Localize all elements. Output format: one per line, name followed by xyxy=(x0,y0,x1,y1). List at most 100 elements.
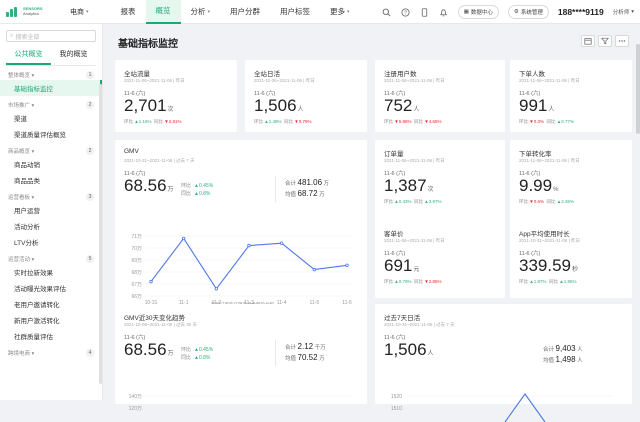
sidebar-item[interactable]: 基础指标监控 xyxy=(0,80,102,96)
card-traffic[interactable]: 全站流量 2021-11-06~2021-11-06 | 昨日 11-6 (六)… xyxy=(115,60,237,132)
card-dau-7d[interactable]: 过去7天日活 2021-10-31~2021-11-06 | 过去 7 天 11… xyxy=(375,304,632,422)
hb-label: 环比 xyxy=(181,183,192,189)
nav-item-5[interactable]: 更多 ▾ xyxy=(320,0,360,24)
card-title: GMV xyxy=(124,148,139,155)
sidebar-item[interactable]: 老用户邀请转化 xyxy=(0,296,102,312)
tab-my-overview[interactable]: 我的概览 xyxy=(51,46,96,65)
tb-label: 同比 xyxy=(414,119,423,124)
hb-value: ▲0.79% xyxy=(394,279,412,284)
chevron-down-icon: ▾ xyxy=(30,72,35,79)
nav-item-1[interactable]: 概览 xyxy=(145,0,181,24)
system-manage-button[interactable]: ⚙ 系统管理 xyxy=(507,5,549,19)
card-dau[interactable]: 全站日活 2021-11-06~2021-11-06 | 昨日 11-6 (六)… xyxy=(245,60,367,132)
tb-value: ▲0.8% xyxy=(194,355,211,361)
sidebar-group[interactable]: 商品概览 ▾ 2 xyxy=(0,145,102,156)
value-number: 339.59 xyxy=(519,256,571,275)
group-count-badge: 5 xyxy=(86,254,94,263)
sidebar-item[interactable]: 渠道 xyxy=(0,110,102,126)
sum-label: 合计 xyxy=(543,347,555,353)
sidebar-item[interactable]: 渠道质量评估概览 xyxy=(0,126,102,142)
help-icon[interactable]: ? xyxy=(401,7,411,17)
avg-unit: 万 xyxy=(319,356,325,362)
sidebar-item[interactable]: 商品动销 xyxy=(0,156,102,172)
user-account[interactable]: 188****9119 xyxy=(558,7,604,17)
sidebar-item[interactable]: 用户运营 xyxy=(0,202,102,218)
role-switcher[interactable]: 分析师 ▾ xyxy=(613,8,634,16)
card-gmv[interactable]: GMV 2021-10-31~2021-11-06 | 过去 7 天 11-6 … xyxy=(115,140,367,314)
sidebar-item[interactable]: 活动曝光效果评估 xyxy=(0,280,102,296)
filter-icon[interactable] xyxy=(598,35,612,47)
sidebar-item[interactable]: LTV分析 xyxy=(0,234,102,250)
page-title: 基础指标监控 xyxy=(118,39,178,50)
sidebar-item[interactable]: 活动分析 xyxy=(0,218,102,234)
tab-public-overview[interactable]: 公共概览 xyxy=(6,46,51,65)
tb-value: ▲3.97% xyxy=(424,199,442,204)
avg-label: 均值 xyxy=(543,358,555,364)
card-range: 2021-11-06~2021-11-06 | 昨日 xyxy=(384,238,445,243)
data-point xyxy=(181,236,186,241)
y-tick-label: 68万 xyxy=(131,270,142,276)
search-icon: ⌕ xyxy=(10,32,14,39)
nav-label: 用户标签 xyxy=(280,7,311,16)
dau-7d-chart[interactable]: 1520 1510 xyxy=(375,392,632,422)
nav-item-3[interactable]: 用户分群 xyxy=(220,0,270,24)
card-compare: 环比 ▲0.45% 同比 ▲0.8% xyxy=(181,182,213,198)
tb-value: ▼4.65% xyxy=(424,119,442,124)
y-tick-label: 120万 xyxy=(129,406,142,412)
sidebar-group[interactable]: 整体概览 ▾ 1 xyxy=(0,69,102,80)
tb-label: 同比 xyxy=(414,279,423,284)
gmv-line-chart[interactable]: 66万67万68万69万70万71万10-31 11-1 11-2 11-3 11-4 1… xyxy=(115,232,367,312)
card-range: 2021-11-06~2021-11-06 | 昨日 xyxy=(519,78,580,83)
sum-label: 合计 xyxy=(285,181,297,187)
card-registrations[interactable]: 注册用户数 2021-11-06~2021-11-06 | 昨日 11-6 (六… xyxy=(375,60,505,132)
gmv-30d-chart[interactable]: 140万 120万 xyxy=(115,392,367,422)
hb-label: 环比 xyxy=(519,279,528,284)
value-number: 991 xyxy=(519,96,548,115)
hb-label: 环比 xyxy=(384,199,393,204)
main-scrollbar[interactable] xyxy=(636,44,640,134)
chevron-down-icon: ▾ xyxy=(631,9,634,15)
mobile-icon[interactable] xyxy=(420,7,430,17)
card-title: 下单转化率 xyxy=(519,151,552,158)
sidebar-tabs: 公共概览 我的概览 xyxy=(6,46,96,66)
value-number: 68.56 xyxy=(124,340,167,359)
card-buyers[interactable]: 下单人数 2021-11-06~2021-11-06 | 昨日 11-6 (六)… xyxy=(510,60,632,132)
search-icon[interactable] xyxy=(382,7,392,17)
sidebar-group[interactable]: 运营活动 ▾ 5 xyxy=(0,253,102,264)
sidebar-item[interactable]: 新用户激活转化 xyxy=(0,312,102,328)
project-switcher[interactable]: 电商 ▾ xyxy=(70,7,89,17)
bell-icon[interactable] xyxy=(439,7,449,17)
card-value: 68.56万 xyxy=(124,340,174,360)
value-number: 752 xyxy=(384,96,413,115)
sum-unit: 人 xyxy=(577,347,583,353)
sidebar-item[interactable]: 商品品类 xyxy=(0,172,102,188)
more-icon[interactable] xyxy=(615,35,629,47)
sidebar-item[interactable]: 社群质量评估 xyxy=(0,328,102,344)
tb-label: 同比 xyxy=(546,119,556,124)
group-header: 运营看板 ▾ xyxy=(8,193,34,201)
data-point xyxy=(247,243,251,248)
calendar-icon[interactable] xyxy=(581,35,595,47)
nav-item-4[interactable]: 用户标签 xyxy=(270,0,320,24)
card-range: 2021-10-31~2021-11-06 | 昨日 xyxy=(519,238,581,243)
sidebar-group[interactable]: 市场推广 ▾ 2 xyxy=(0,99,102,110)
tb-value: ▼0.79% xyxy=(294,119,312,124)
nav-item-0[interactable]: 报表 xyxy=(111,0,146,24)
nav-item-2[interactable]: 分析 ▾ xyxy=(181,0,221,24)
hb-value: ▲0.45% xyxy=(194,183,214,189)
value-unit: 次 xyxy=(167,107,174,113)
card-title: 注册用户数 xyxy=(384,71,417,78)
card-app-duration[interactable]: App平均使用时长 2021-10-31~2021-11-06 | 昨日 11-… xyxy=(510,220,632,298)
card-gmv-30d[interactable]: GMV近30天变化趋势 2021-10-08~2021-11-06 | 过去 3… xyxy=(115,304,367,412)
chevron-down-icon: ▾ xyxy=(30,194,35,201)
sidebar-item[interactable]: 实时拉新效果 xyxy=(0,264,102,280)
sidebar-group[interactable]: 运营看板 ▾ 3 xyxy=(0,191,102,202)
data-center-button[interactable]: ▦ 数据中心 xyxy=(457,5,499,19)
card-aov[interactable]: 客单价 2021-11-06~2021-11-06 | 昨日 11-6 (六) … xyxy=(375,220,505,298)
logo-name-bottom: Analytics xyxy=(23,10,40,16)
grid-icon: ▦ xyxy=(463,9,469,15)
sidebar-group[interactable]: 跨境电商 ▾ 4 xyxy=(0,347,102,358)
y-tick-label: 66万 xyxy=(131,294,142,300)
sidebar-search[interactable]: ⌕ 搜索全部 xyxy=(6,30,96,42)
sidebar-scrollbar[interactable] xyxy=(99,84,102,384)
